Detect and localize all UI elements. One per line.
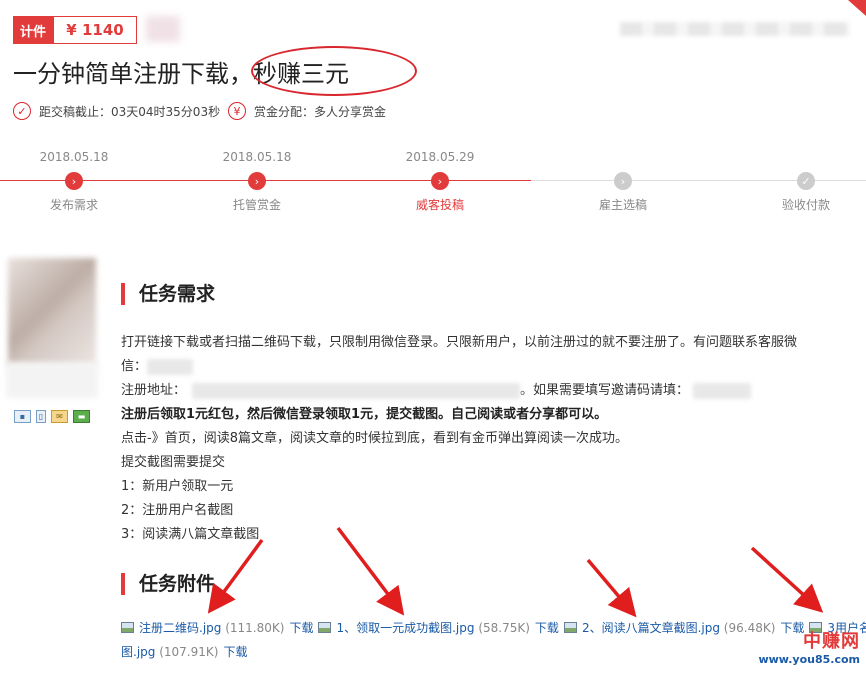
attachment-size: (111.80K): [225, 621, 285, 635]
progress-timeline: 2018.05.18 › 发布需求 2018.05.18 › 托管赏金 2018…: [0, 150, 866, 216]
clock-check-icon: ✓: [13, 102, 31, 120]
blurred-invite-code: [693, 382, 752, 399]
download-link[interactable]: 下载: [535, 621, 559, 635]
attachment-row: 图.jpg (107.91K) 下载: [121, 643, 252, 661]
attachment-link[interactable]: 注册二维码.jpg: [139, 621, 221, 635]
attachments-heading: 任务附件: [121, 573, 215, 595]
reward-info: ¥ 赏金分配：多人分享赏金: [228, 102, 386, 120]
requirement-text: 。如果需要填写邀请码请填：: [520, 383, 690, 398]
red-arrow-annotation: [336, 526, 405, 616]
attachment-link[interactable]: 图.jpg: [121, 645, 155, 659]
chevron-right-icon: ›: [431, 172, 449, 190]
requirement-line: 1：新用户领取一元: [121, 479, 234, 494]
check-icon: ✓: [797, 172, 815, 190]
blurred-contact: [147, 358, 194, 375]
step-label: 托管赏金: [232, 198, 281, 212]
file-image-icon: [121, 622, 134, 633]
file-image-icon: [563, 622, 577, 633]
attachment-link[interactable]: 1、领取一元成功截图.jpg: [336, 621, 474, 635]
step-label: 验收付款: [781, 198, 830, 212]
task-price: ¥ 1140: [53, 16, 137, 44]
timeline-step-1: 2018.05.18 › 发布需求: [14, 150, 134, 213]
requirement-text: 信：: [121, 359, 148, 374]
timeline-step-4: › 雇主选稿: [563, 150, 683, 213]
download-link[interactable]: 下载: [289, 621, 313, 635]
requirement-line: 注册后领取1元红包，然后微信登录领取1元，提交截图。自己阅读或者分享都可以。: [121, 407, 608, 422]
phone-icon: ▯: [36, 410, 46, 423]
chevron-right-icon: ›: [614, 172, 632, 190]
task-type-label: 计件: [13, 16, 53, 44]
timeline-step-2: 2018.05.18 › 托管赏金: [197, 150, 317, 213]
red-arrow-annotation: [586, 558, 637, 618]
task-type-tag: 计件 ¥ 1140: [13, 16, 137, 44]
deadline-info: ✓ 距交稿截止：03天04时35分03秒: [13, 102, 220, 120]
timeline-step-3: 2018.05.29 › 威客投稿: [380, 150, 500, 213]
chevron-right-icon: ›: [65, 172, 83, 190]
blurred-username: [6, 362, 98, 398]
requirement-text: 注册地址：: [121, 383, 187, 398]
blurred-register-link[interactable]: [192, 382, 521, 399]
corner-ribbon: [848, 0, 866, 16]
watermark-name: 中赚网: [803, 631, 860, 652]
requirement-line: 注册地址： 。如果需要填写邀请码请填：: [121, 382, 752, 400]
contact-icons: ▪ ▯ ✉ ▬: [14, 410, 90, 423]
reward-label: 赏金分配：多人分享赏金: [254, 104, 387, 119]
requirement-line: 2：注册用户名截图: [121, 503, 234, 518]
id-card-icon: ▪: [14, 410, 31, 423]
red-circle-annotation: [251, 46, 417, 96]
yen-icon: ¥: [228, 102, 246, 120]
step-date: 2018.05.29: [405, 150, 475, 164]
download-link[interactable]: 下载: [223, 645, 247, 659]
step-date: 2018.05.18: [222, 150, 292, 164]
step-label: 发布需求: [49, 198, 98, 212]
red-arrow-annotation: [207, 538, 264, 614]
requirement-line: 信：: [121, 358, 194, 376]
site-watermark: 中赚网 www.you85.com: [758, 627, 860, 666]
file-image-icon: [318, 622, 332, 633]
requirement-line: 3：阅读满八篇文章截图: [121, 527, 260, 542]
step-label: 威客投稿: [415, 198, 464, 212]
requirement-line: 点击-》首页，阅读8篇文章，阅读文章的时候拉到底，看到有金币弹出算阅读一次成功。: [121, 431, 628, 446]
step-date: [746, 150, 866, 166]
attachment-link[interactable]: 2、阅读八篇文章截图.jpg: [582, 621, 720, 635]
attachment-size: (58.75K): [478, 621, 530, 635]
step-date: 2018.05.18: [39, 150, 109, 164]
timeline-step-5: ✓ 验收付款: [746, 150, 866, 213]
blurred-badge: [146, 16, 180, 42]
blurred-user-info: [620, 22, 850, 36]
red-arrow-annotation: [750, 546, 824, 613]
deadline-label: 距交稿截止：03天04时35分03秒: [39, 104, 221, 119]
mail-icon: ✉: [51, 410, 68, 423]
requirements-heading: 任务需求: [121, 283, 215, 305]
watermark-url: www.you85.com: [758, 653, 860, 666]
avatar[interactable]: [8, 258, 96, 366]
chevron-right-icon: ›: [248, 172, 266, 190]
requirement-line: 提交截图需要提交: [121, 455, 226, 470]
bank-card-icon: ▬: [73, 410, 90, 423]
requirement-line: 打开链接下载或者扫描二维码下载，只限制用微信登录。只限新用户，以前注册过的就不要…: [121, 335, 798, 350]
attachment-size: (107.91K): [159, 645, 219, 659]
step-date: [563, 150, 683, 166]
step-label: 雇主选稿: [598, 198, 647, 212]
attachment-row: 注册二维码.jpg (111.80K) 下载 1、领取一元成功截图.jpg (58.…: [121, 619, 866, 637]
